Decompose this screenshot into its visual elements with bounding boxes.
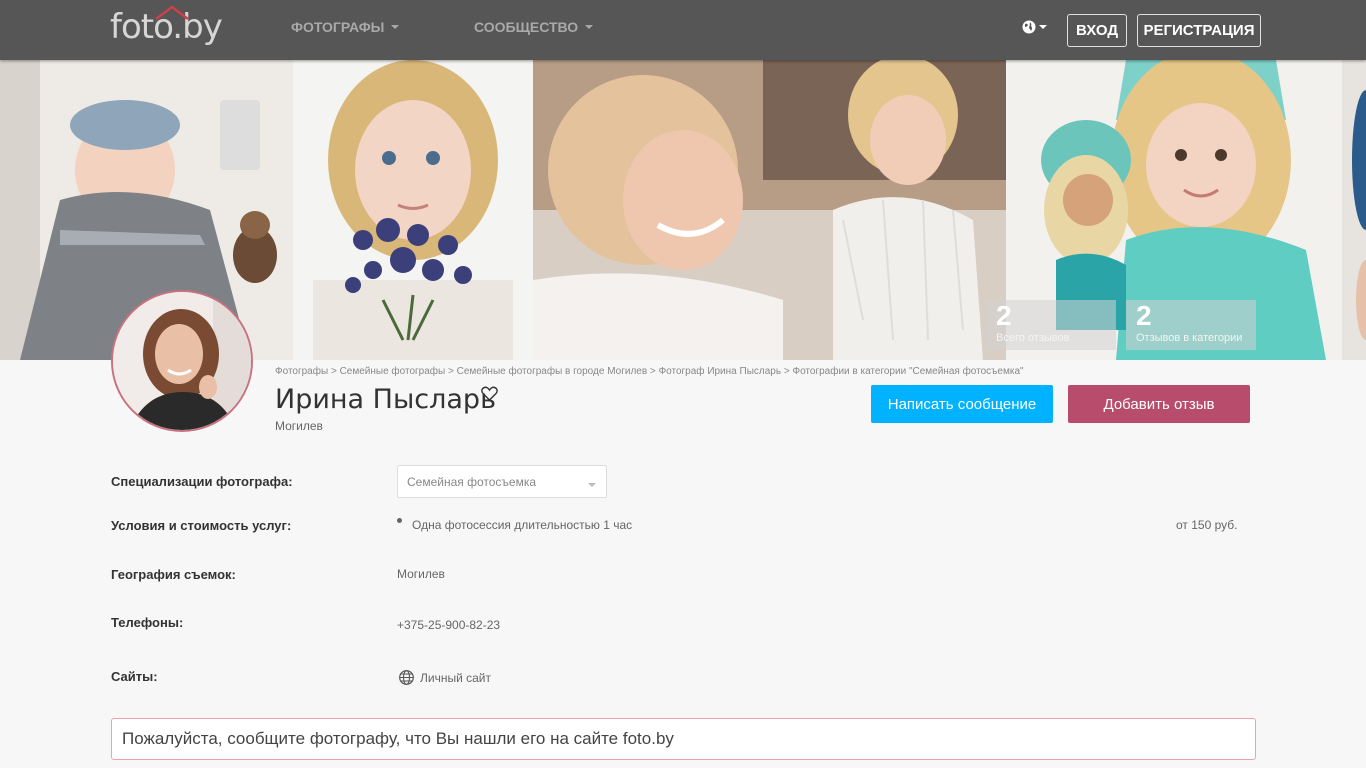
nav-community[interactable]: СООБЩЕСТВО — [474, 19, 594, 35]
phones-label: Телефоны: — [111, 615, 184, 630]
photographer-avatar[interactable] — [111, 290, 253, 432]
write-message-button[interactable]: Написать сообщение — [871, 385, 1053, 423]
banner-photo-3[interactable] — [533, 60, 1006, 360]
photographer-city: Могилев — [275, 419, 323, 433]
add-review-button[interactable]: Добавить отзыв — [1068, 385, 1250, 423]
specialization-label: Специализации фотографа: — [111, 474, 293, 489]
sites-label: Сайты: — [111, 669, 158, 684]
breadcrumb-item-category: Фотографии в категории "Семейная фотосъе… — [792, 366, 1024, 377]
breadcrumb-item-photographer[interactable]: Фотограф Ирина Пысларь — [659, 366, 782, 377]
notice-banner: Пожалуйста, сообщите фотографу, что Вы н… — [111, 718, 1256, 760]
favorite-heart-icon[interactable] — [481, 386, 498, 401]
geography-value: Могилев — [397, 567, 445, 581]
phone-value[interactable]: +375-25-900-82-23 — [397, 618, 500, 632]
banner-photo-2[interactable] — [293, 60, 533, 360]
total-reviews-count: 2 — [996, 300, 1012, 331]
nav-community-label: СООБЩЕСТВО — [474, 19, 579, 35]
breadcrumb-item-photographers[interactable]: Фотографы — [275, 366, 328, 377]
category-reviews-label: Отзывов в категории — [1136, 332, 1243, 344]
list-bullet — [397, 518, 402, 523]
chevron-down-icon — [1039, 25, 1047, 29]
category-reviews-count: 2 — [1136, 300, 1152, 331]
language-selector[interactable] — [1022, 20, 1047, 34]
top-navbar: foto.by ФОТОГРАФЫ СООБЩЕСТВО ВХОД РЕГИСТ… — [0, 0, 1366, 60]
breadcrumb-separator: > — [328, 366, 340, 377]
breadcrumb-separator: > — [445, 366, 457, 377]
banner-photo-5[interactable] — [1342, 60, 1366, 360]
chevron-down-icon — [588, 483, 596, 487]
breadcrumb: Фотографы > Семейные фотографы > Семейны… — [275, 366, 1024, 377]
globe-icon — [399, 670, 414, 685]
service-name: Одна фотосессия длительностью 1 час — [412, 518, 633, 532]
specialization-selected-value: Семейная фотосъемка — [407, 475, 537, 489]
banner-photo-5-image — [1342, 60, 1366, 360]
personal-site-link[interactable]: Личный сайт — [399, 670, 491, 685]
globe-icon — [1022, 20, 1036, 34]
geography-label: География съемок: — [111, 567, 236, 582]
logo-house-icon — [155, 5, 189, 20]
specialization-select[interactable]: Семейная фотосъемка — [397, 465, 607, 498]
total-reviews-stat[interactable]: 2 Всего отзывов — [986, 300, 1116, 350]
category-reviews-stat[interactable]: 2 Отзывов в категории — [1126, 300, 1256, 350]
nav-photographers[interactable]: ФОТОГРАФЫ — [291, 19, 400, 35]
breadcrumb-item-family-photographers[interactable]: Семейные фотографы — [340, 366, 446, 377]
total-reviews-label: Всего отзывов — [996, 332, 1070, 344]
login-button[interactable]: ВХОД — [1067, 14, 1127, 47]
register-button[interactable]: РЕГИСТРАЦИЯ — [1137, 14, 1261, 47]
breadcrumb-item-city[interactable]: Семейные фотографы в городе Могилев — [457, 366, 648, 377]
services-label: Условия и стоимость услуг: — [111, 518, 292, 533]
chevron-down-icon — [585, 25, 594, 29]
breadcrumb-separator: > — [781, 366, 793, 377]
breadcrumb-separator: > — [647, 366, 659, 377]
personal-site-label: Личный сайт — [420, 670, 491, 685]
banner-photo-2-image — [293, 60, 533, 360]
photographer-name: Ирина Пысларь — [275, 384, 496, 415]
site-logo[interactable]: foto.by — [110, 5, 223, 48]
chevron-down-icon — [391, 25, 400, 29]
service-price: от 150 руб. — [1176, 518, 1238, 532]
banner-photo-3-image — [533, 60, 1006, 360]
avatar-image — [113, 292, 251, 430]
nav-photographers-label: ФОТОГРАФЫ — [291, 19, 385, 35]
